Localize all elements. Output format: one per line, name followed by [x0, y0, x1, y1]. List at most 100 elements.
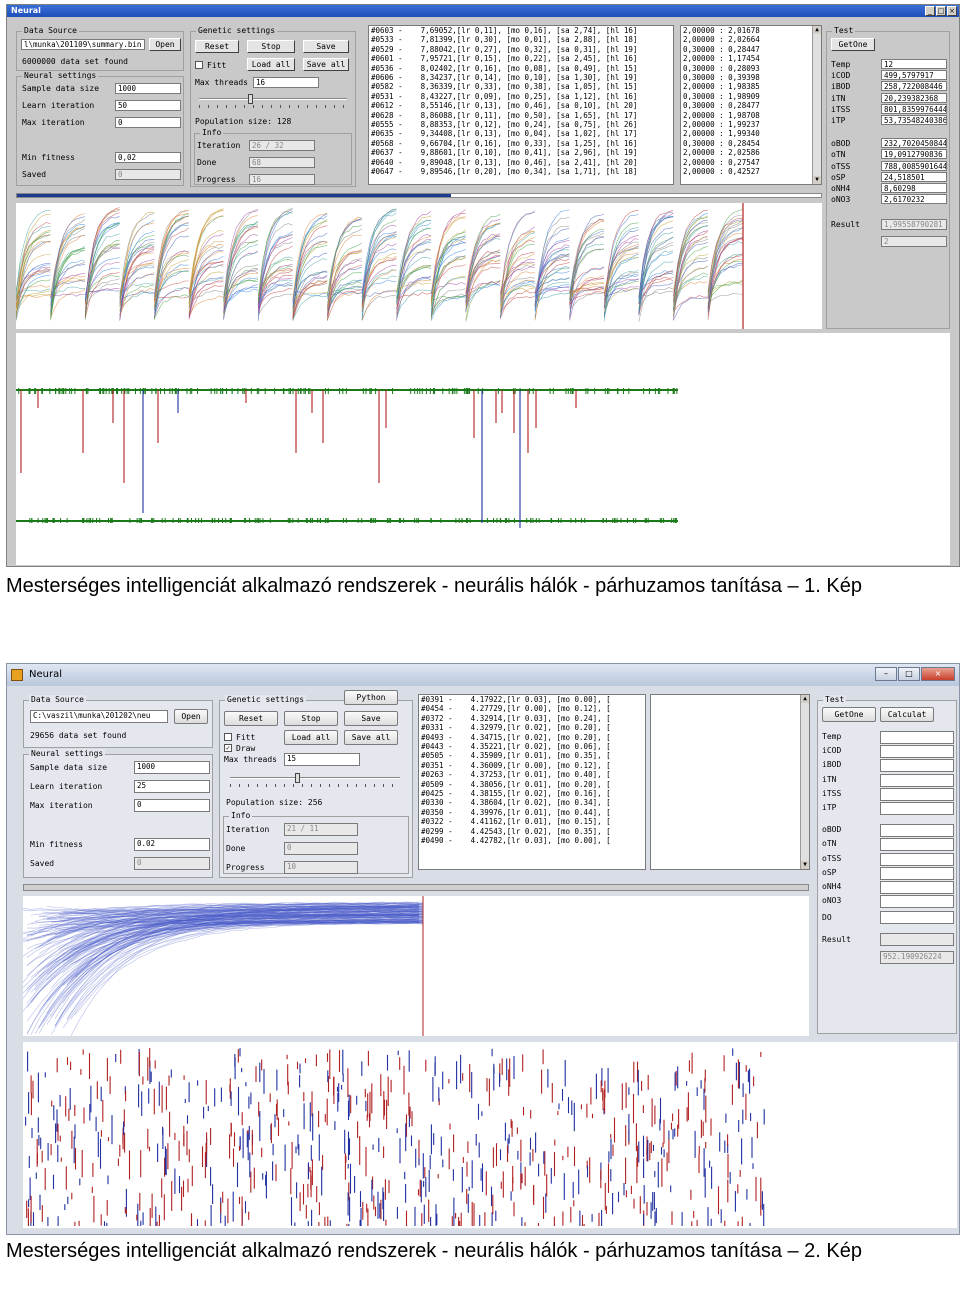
min-fitness-input[interactable]: 0.02: [134, 838, 210, 851]
log-line[interactable]: #0568 - 9,66704,[lr 0,16], [mo 0,33], [s…: [369, 139, 673, 148]
log-line[interactable]: 2,00000 : 1,17454: [681, 54, 821, 63]
sample-size-input[interactable]: 1000: [134, 761, 210, 774]
log-line[interactable]: #0582 - 8,36339,[lr 0,33], [mo 0,38], [s…: [369, 82, 673, 91]
param-input[interactable]: [880, 838, 954, 852]
do-input[interactable]: [880, 911, 954, 924]
population-log-list[interactable]: #0603 - 7,69052,[lr 0,11], [mo 0,16], [s…: [368, 25, 674, 185]
log-line[interactable]: #0391 - 4.17922,[lr 0.03], [mo 0.00], [: [419, 695, 645, 704]
maximize-button[interactable]: □: [936, 6, 946, 16]
log-line[interactable]: #0505 - 4.35909,[lr 0.01], [mo 0.35], [: [419, 751, 645, 760]
fitt-checkbox[interactable]: [195, 61, 203, 69]
save-button[interactable]: Save: [303, 40, 349, 53]
log-line[interactable]: #0555 - 8,88353,[lr 0,12], [mo 0,24], [s…: [369, 120, 673, 129]
log-line[interactable]: #0640 - 9,89048,[lr 0,13], [mo 0,46], [s…: [369, 158, 673, 167]
param-input[interactable]: [880, 802, 954, 815]
param-input[interactable]: [880, 759, 954, 773]
save-all-button[interactable]: Save all: [344, 730, 398, 745]
getone-button[interactable]: GetOne: [822, 707, 876, 722]
log-line[interactable]: 2,00000 : 2,02586: [681, 148, 821, 157]
log-line[interactable]: 2,00000 : 1,99340: [681, 129, 821, 138]
log-line[interactable]: #0490 - 4.42782,[lr 0.03], [mo 0.00], [: [419, 836, 645, 845]
min-fitness-input[interactable]: 0,02: [115, 152, 181, 163]
log-line[interactable]: #0509 - 4.38056,[lr 0.01], [mo 0.20], [: [419, 780, 645, 789]
log-line[interactable]: 0,30000 : 0,28477: [681, 101, 821, 110]
log-line[interactable]: #0536 - 8,02402,[lr 0,16], [mo 0,08], [s…: [369, 64, 673, 73]
param-input[interactable]: 24,518501: [881, 171, 947, 182]
minimize-button[interactable]: –: [875, 667, 897, 681]
param-input[interactable]: [880, 866, 954, 880]
close-button[interactable]: ×: [921, 667, 955, 681]
param-input[interactable]: [880, 852, 954, 866]
ratio-scrollbar[interactable]: ▲ ▼: [812, 26, 821, 184]
getone-button[interactable]: GetOne: [831, 38, 875, 51]
param-input[interactable]: [880, 824, 954, 838]
log-line[interactable]: #0372 - 4.32914,[lr 0.03], [mo 0.24], [: [419, 714, 645, 723]
log-line[interactable]: #0263 - 4.37253,[lr 0.01], [mo 0.40], [: [419, 770, 645, 779]
log-line[interactable]: #0601 - 7,95721,[lr 0,15], [mo 0,22], [s…: [369, 54, 673, 63]
slider-thumb[interactable]: [247, 94, 253, 104]
log-line[interactable]: 2,00000 : 1,98385: [681, 82, 821, 91]
max-iteration-input[interactable]: 0: [115, 117, 181, 128]
param-input[interactable]: 8,60298: [881, 183, 947, 193]
log-line[interactable]: #0299 - 4.42543,[lr 0.02], [mo 0.35], [: [419, 827, 645, 836]
reset-button[interactable]: Reset: [224, 711, 278, 726]
load-all-button[interactable]: Load all: [284, 730, 338, 745]
maximize-button[interactable]: □: [898, 667, 920, 681]
log-line[interactable]: #0350 - 4.39976,[lr 0.01], [mo 0.44], [: [419, 808, 645, 817]
param-input[interactable]: 499,5797917: [881, 70, 947, 81]
ratio-scrollbar[interactable]: ▲ ▼: [800, 695, 809, 869]
log-line[interactable]: 0,30000 : 0,39398: [681, 73, 821, 82]
log-line[interactable]: #0635 - 9,34408,[lr 0,13], [mo 0,04], [s…: [369, 129, 673, 138]
log-line[interactable]: #0606 - 8,34237,[lr 0,14], [mo 0,10], [s…: [369, 73, 673, 82]
param-input[interactable]: 53,73548240386: [881, 115, 947, 125]
fitt-checkbox[interactable]: [224, 733, 232, 741]
reset-button[interactable]: Reset: [195, 40, 239, 53]
param-input[interactable]: 12: [881, 59, 947, 69]
param-input[interactable]: 19,0912790836: [881, 149, 947, 160]
log-line[interactable]: #0647 - 9,89546,[lr 0,20], [mo 0,34], [s…: [369, 167, 673, 176]
log-line[interactable]: #0612 - 8,55146,[lr 0,13], [mo 0,46], [s…: [369, 101, 673, 110]
log-line[interactable]: 2,00000 : 1,98708: [681, 111, 821, 120]
load-all-button[interactable]: Load all: [247, 58, 295, 71]
data-source-path-field[interactable]: l\munka\201109\summary.bin: [21, 39, 145, 50]
close-button[interactable]: ×: [947, 6, 957, 16]
log-line[interactable]: #0531 - 8,43227,[lr 0,09], [mo 0,25], [s…: [369, 92, 673, 101]
population-log-list[interactable]: #0391 - 4.17922,[lr 0.03], [mo 0.00], [ #…: [418, 694, 646, 870]
stop-button[interactable]: Stop: [284, 711, 338, 726]
max-threads-input[interactable]: 16: [253, 77, 319, 88]
param-input[interactable]: [880, 773, 954, 787]
param-input[interactable]: 232,7020450844: [881, 138, 947, 149]
log-line[interactable]: #0529 - 7,88042,[lr 0,27], [mo 0,32], [s…: [369, 45, 673, 54]
log-line[interactable]: 0,30000 : 0,28093: [681, 64, 821, 73]
param-input[interactable]: [880, 731, 954, 744]
open-button[interactable]: Open: [149, 38, 181, 51]
data-source-path-field[interactable]: C:\vaszil\munka\201202\neu: [30, 710, 168, 723]
open-button[interactable]: Open: [174, 709, 208, 724]
threads-slider[interactable]: [230, 773, 400, 787]
draw-checkbox[interactable]: ✓: [224, 744, 232, 752]
save-button[interactable]: Save: [344, 711, 398, 726]
learn-iteration-input[interactable]: 25: [134, 780, 210, 793]
log-line[interactable]: #0351 - 4.36009,[lr 0.00], [mo 0.12], [: [419, 761, 645, 770]
python-button[interactable]: Python: [344, 690, 398, 705]
threads-slider[interactable]: [199, 94, 347, 108]
log-line[interactable]: 0,30000 : 0,28454: [681, 139, 821, 148]
learn-iteration-input[interactable]: 50: [115, 100, 181, 111]
save-all-button[interactable]: Save all: [303, 58, 349, 71]
calculate-button[interactable]: Calculat: [880, 707, 934, 722]
param-input[interactable]: 258,722008446: [881, 81, 947, 92]
log-line[interactable]: 0,30000 : 0,28447: [681, 45, 821, 54]
log-line[interactable]: #0628 - 8,86088,[lr 0,11], [mo 0,50], [s…: [369, 111, 673, 120]
max-iteration-input[interactable]: 0: [134, 799, 210, 812]
log-line[interactable]: #0331 - 4.32979,[lr 0.02], [mo 0.20], [: [419, 723, 645, 732]
minimize-button[interactable]: _: [925, 6, 935, 16]
slider-thumb[interactable]: [295, 773, 300, 783]
param-input[interactable]: 2,6170232: [881, 194, 947, 205]
param-input[interactable]: 20,239382368: [881, 92, 947, 103]
log-line[interactable]: #0603 - 7,69052,[lr 0,11], [mo 0,16], [s…: [369, 26, 673, 35]
param-input[interactable]: [880, 745, 954, 759]
param-input[interactable]: 788,0085901644: [881, 160, 947, 171]
ratio-log-list[interactable]: 2,00000 : 2,01678 2,00000 : 2,02664 0,3000…: [680, 25, 822, 185]
log-line[interactable]: 2,00000 : 2,02664: [681, 35, 821, 44]
param-input[interactable]: [880, 895, 954, 909]
